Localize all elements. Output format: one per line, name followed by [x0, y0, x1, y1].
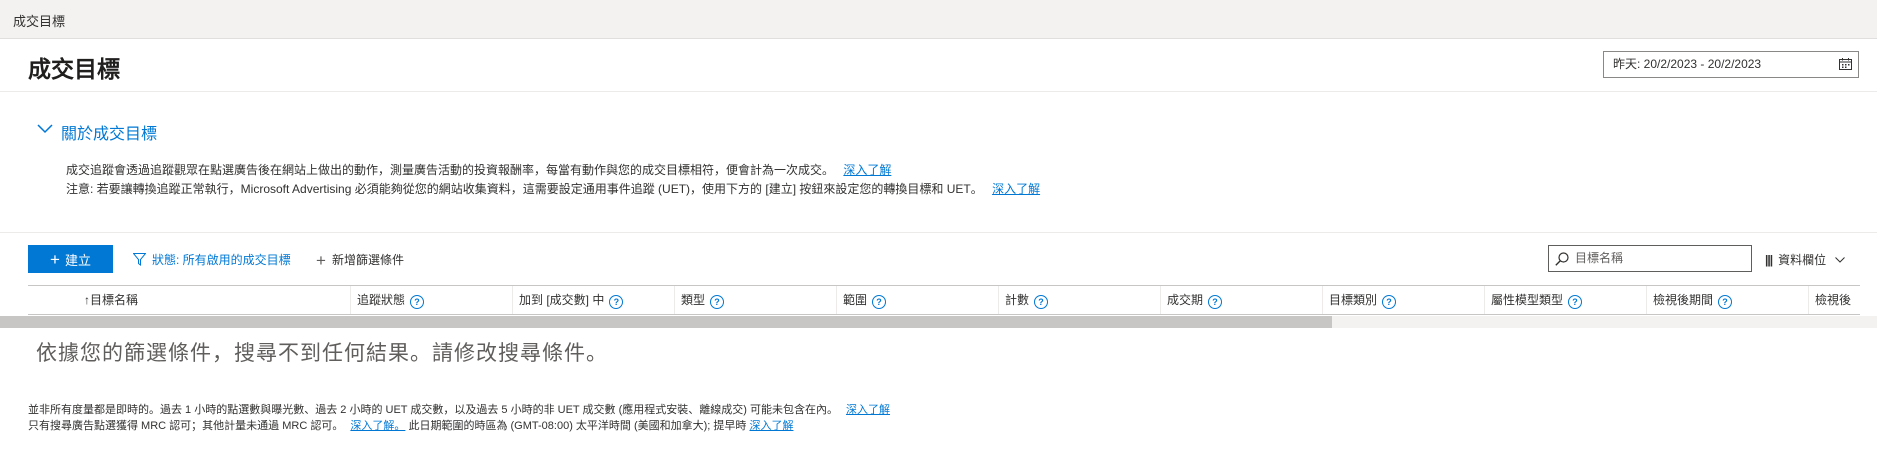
about-toggle[interactable]: 關於成交目標 [37, 120, 157, 144]
column-header-label: 範圍 [843, 293, 868, 307]
date-range-value: 昨天: 20/2/2023 - 20/2/2023 [1613, 57, 1762, 71]
breadcrumb[interactable]: 成交目標 [13, 11, 65, 30]
help-icon[interactable]: ? [1382, 295, 1397, 309]
no-results-message: 依據您的篩選條件，搜尋不到任何結果。請修改搜尋條件。 [36, 342, 608, 365]
learn-more-link-1[interactable]: 深入了解 [843, 163, 891, 177]
footer-note-1: 並非所有度量都是即時的。過去 1 小時的點選數與曝光數、過去 2 小時的 UET… [28, 401, 890, 417]
column-header-label: 目標名稱 [90, 293, 139, 307]
about-line-2-text: 注意: 若要讓轉換追蹤正常執行，Microsoft Advertising 必須… [66, 182, 983, 196]
footer-note-2-text-b: 此日期範圍的時區為 (GMT-08:00) 太平洋時間 (美國和加拿大); 提早… [408, 420, 747, 432]
about-line-2: 注意: 若要讓轉換追蹤正常執行，Microsoft Advertising 必須… [66, 180, 1040, 197]
help-icon[interactable]: ? [1718, 295, 1733, 309]
footer-learn-more-link-2[interactable]: 深入了解。 [350, 420, 405, 432]
about-line-1: 成交追蹤會透過追蹤觀眾在點選廣告後在網站上做出的動作，測量廣告活動的投資報酬率，… [66, 161, 891, 178]
help-icon[interactable]: ? [1034, 295, 1049, 309]
top-bar: 成交目標 [0, 0, 1877, 39]
help-icon[interactable]: ? [410, 295, 425, 309]
help-icon[interactable]: ? [872, 295, 887, 309]
date-range-picker[interactable]: 昨天: 20/2/2023 - 20/2/2023 [1603, 51, 1859, 78]
column-header-label: 檢視後 [1815, 293, 1852, 307]
status-filter-label: 狀態: 所有啟用的成交目標 [152, 253, 291, 267]
section-divider [0, 232, 1877, 233]
create-button[interactable]: + 建立 [28, 245, 113, 273]
help-icon[interactable]: ? [609, 295, 624, 309]
column-header-attribution-model[interactable]: 屬性模型類型? [1485, 286, 1647, 314]
column-header-view-through[interactable]: 檢視後 [1809, 286, 1860, 314]
scrollbar-thumb[interactable] [0, 316, 1332, 328]
column-header-scope[interactable]: 範圍? [837, 286, 999, 314]
help-icon[interactable]: ? [1208, 295, 1223, 309]
create-button-label: 建立 [64, 252, 91, 268]
column-header-label: 計數 [1005, 293, 1030, 307]
column-header-count[interactable]: 計數? [999, 286, 1161, 314]
about-line-1-text: 成交追蹤會透過追蹤觀眾在點選廣告後在網站上做出的動作，測量廣告活動的投資報酬率，… [66, 163, 835, 177]
column-header-goal-category[interactable]: 目標類別? [1323, 286, 1485, 314]
goal-search-input[interactable] [1575, 248, 1745, 268]
column-header-label: 檢視後期間 [1653, 293, 1714, 307]
calendar-icon [1839, 58, 1852, 70]
column-header-label: 追蹤狀態 [357, 293, 406, 307]
sort-ascending-icon: ↑ [84, 293, 90, 307]
column-header-conversion-window[interactable]: 成交期? [1161, 286, 1323, 314]
help-icon[interactable]: ? [710, 295, 725, 309]
footer-learn-more-link-3[interactable]: 深入了解 [749, 420, 793, 432]
plus-icon: + [316, 251, 326, 270]
column-header-include-in-conversions[interactable]: 加到 [成交數] 中? [513, 286, 675, 314]
learn-more-link-2[interactable]: 深入了解 [992, 182, 1040, 196]
column-header-type[interactable]: 類型? [675, 286, 837, 314]
goal-search-box[interactable] [1548, 245, 1752, 272]
column-header-label: 屬性模型類型 [1491, 293, 1564, 307]
status-filter[interactable]: 狀態: 所有啟用的成交目標 [132, 251, 291, 268]
help-icon[interactable]: ? [1568, 295, 1583, 309]
filter-icon [132, 253, 147, 266]
columns-button[interactable]: ||| 資料欄位 [1765, 251, 1846, 268]
columns-button-label: 資料欄位 [1778, 253, 1827, 267]
column-header-label: 成交期 [1167, 293, 1204, 307]
columns-icon: ||| [1765, 253, 1773, 267]
footer-note-2-text-a: 只有搜尋廣告點選獲得 MRC 認可；其他計量未通過 MRC 認可。 [28, 420, 344, 432]
column-header-label: 類型 [681, 293, 706, 307]
chevron-down-icon [37, 124, 53, 134]
table-header: ↑目標名稱 追蹤狀態? 加到 [成交數] 中? 類型? 範圍? 計數? 成交期?… [28, 285, 1860, 315]
page-title: 成交目標 [28, 56, 120, 82]
column-header-label: 目標類別 [1329, 293, 1378, 307]
footer-learn-more-link-1[interactable]: 深入了解 [846, 404, 890, 416]
footer-note-2: 只有搜尋廣告點選獲得 MRC 認可；其他計量未通過 MRC 認可。 深入了解。 … [28, 417, 793, 433]
add-filter-label: 新增篩選條件 [331, 253, 404, 267]
about-toggle-label: 關於成交目標 [61, 126, 158, 143]
plus-icon: + [50, 249, 60, 269]
column-header-label: 加到 [成交數] 中 [519, 293, 605, 307]
search-icon [1555, 252, 1569, 266]
add-filter-button[interactable]: + 新增篩選條件 [316, 251, 404, 271]
column-header-tracking-status[interactable]: 追蹤狀態? [351, 286, 513, 314]
column-header-goal-name[interactable]: ↑目標名稱 [28, 286, 351, 314]
chevron-down-icon [1835, 257, 1846, 263]
column-header-view-through-window[interactable]: 檢視後期間? [1647, 286, 1809, 314]
footer-note-1-text: 並非所有度量都是即時的。過去 1 小時的點選數與曝光數、過去 2 小時的 UET… [28, 404, 838, 416]
header-divider [0, 91, 1877, 92]
